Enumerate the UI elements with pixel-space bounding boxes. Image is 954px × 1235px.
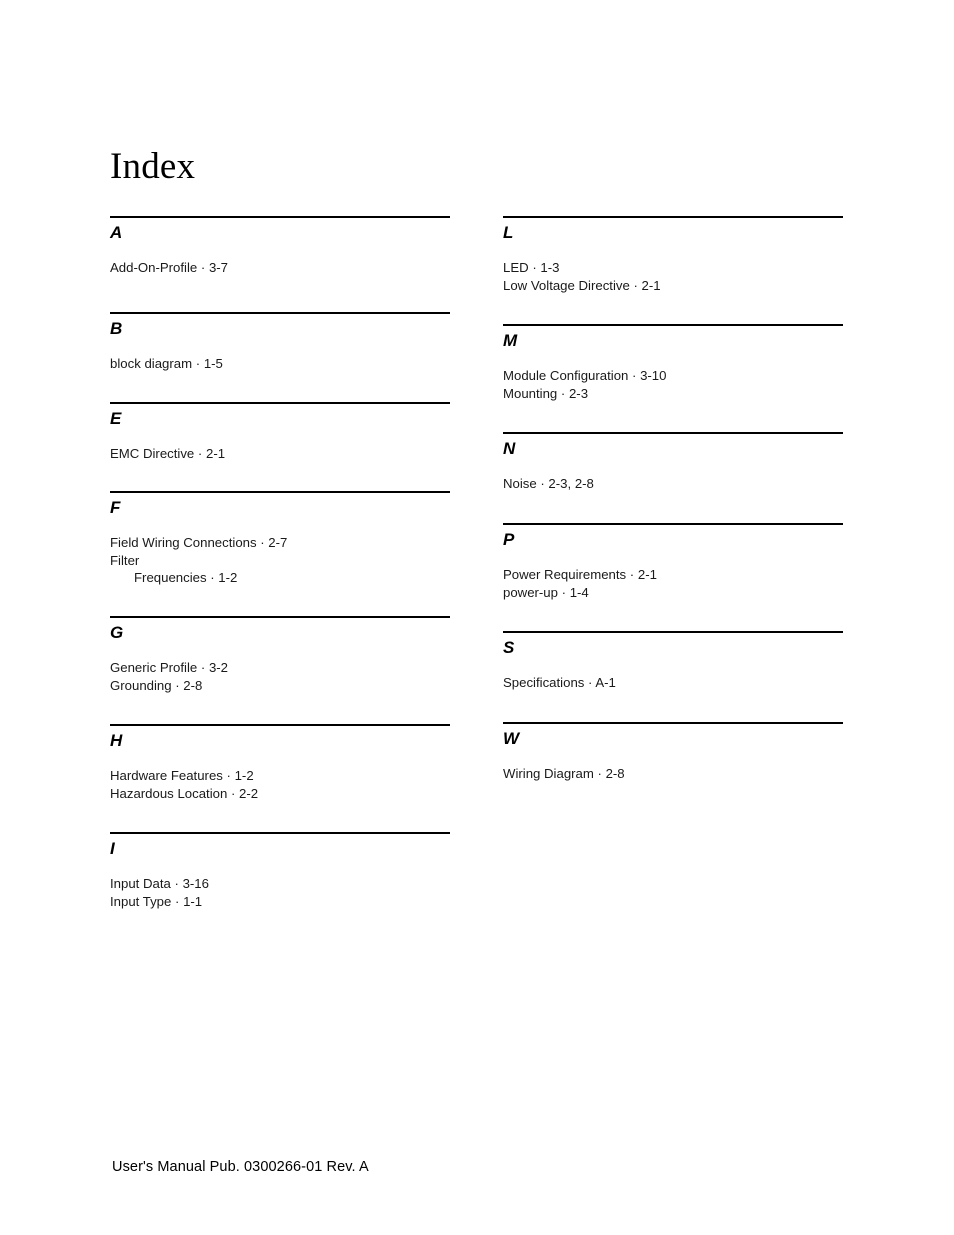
index-section-h: H Hardware Features · 1-2 Hazardous Locati… — [110, 724, 450, 802]
index-entry-list: LED · 1-3 Low Voltage Directive · 2-1 — [503, 259, 843, 294]
section-divider — [503, 432, 843, 434]
index-subentry[interactable]: Frequencies · 1-2 — [110, 569, 450, 587]
section-letter-heading: A — [110, 223, 123, 242]
index-section-n: N Noise · 2-3, 2-8 — [503, 432, 843, 493]
index-entry[interactable]: Input Type · 1-1 — [110, 893, 450, 911]
section-divider — [110, 402, 450, 404]
index-entry[interactable]: Noise · 2-3, 2-8 — [503, 475, 843, 493]
section-letter-heading: I — [110, 839, 116, 858]
section-letter-heading: G — [110, 623, 124, 642]
index-entry[interactable]: power-up · 1-4 — [503, 584, 843, 602]
index-entry[interactable]: Wiring Diagram · 2-8 — [503, 765, 843, 783]
index-entry[interactable]: LED · 1-3 — [503, 259, 843, 277]
index-entry-list: Specifications · A-1 — [503, 674, 843, 692]
section-letter-heading: W — [503, 729, 520, 748]
index-entry[interactable]: Hazardous Location · 2-2 — [110, 785, 450, 803]
index-section-m: M Module Configuration · 3-10 Mounting · 2… — [503, 324, 843, 402]
index-section-g: G Generic Profile · 3-2 Grounding · 2-8 — [110, 616, 450, 694]
section-divider — [110, 832, 450, 834]
section-divider — [503, 216, 843, 218]
index-entry[interactable]: Mounting · 2-3 — [503, 385, 843, 403]
index-entry[interactable]: Grounding · 2-8 — [110, 677, 450, 695]
index-entry-list: Module Configuration · 3-10 Mounting · 2-… — [503, 367, 843, 402]
section-divider — [110, 724, 450, 726]
index-section-f: F Field Wiring Connections · 2-7 Filter Fre… — [110, 491, 450, 587]
index-entry-list: Wiring Diagram · 2-8 — [503, 765, 843, 783]
index-entry-list: Generic Profile · 3-2 Grounding · 2-8 — [110, 659, 450, 694]
index-entry-list: Hardware Features · 1-2 Hazardous Locatio… — [110, 767, 450, 802]
index-entry-list: Field Wiring Connections · 2-7 Filter Freq… — [110, 534, 450, 587]
index-entry[interactable]: Generic Profile · 3-2 — [110, 659, 450, 677]
index-entry[interactable]: Input Data · 3-16 — [110, 875, 450, 893]
index-entry[interactable]: Add-On-Profile · 3-7 — [110, 259, 450, 277]
section-letter-heading: H — [110, 731, 123, 750]
index-page: Index A Add-On-Profile · 3-7 Bblock diagra… — [0, 0, 954, 1235]
index-entry-list: Power Requirements · 2-1 power-up · 1-4 — [503, 566, 843, 601]
index-entry-list: EMC Directive · 2-1 — [110, 445, 450, 463]
index-entry-list: Add-On-Profile · 3-7 — [110, 259, 450, 277]
index-section-i: I Input Data · 3-16 Input Type · 1-1 — [110, 832, 450, 910]
index-section-b: Bblock diagram · 1-5 — [110, 312, 450, 373]
section-divider — [503, 324, 843, 326]
index-entry[interactable]: EMC Directive · 2-1 — [110, 445, 450, 463]
section-letter-heading: L — [503, 223, 514, 242]
page-footer: User's Manual Pub. 0300266-01 Rev. A — [112, 1159, 369, 1175]
page-title: Index — [110, 146, 196, 187]
section-letter-heading: E — [110, 409, 122, 428]
section-letter-heading: B — [110, 319, 123, 338]
section-divider — [503, 722, 843, 724]
section-letter-heading: F — [110, 498, 121, 517]
index-section-p: P Power Requirements · 2-1 power-up · 1-4 — [503, 523, 843, 601]
section-divider — [503, 631, 843, 633]
index-entry[interactable]: Module Configuration · 3-10 — [503, 367, 843, 385]
section-letter-heading: M — [503, 331, 518, 350]
section-letter-heading: S — [503, 638, 515, 657]
index-entry[interactable]: Hardware Features · 1-2 — [110, 767, 450, 785]
index-section-a: A Add-On-Profile · 3-7 — [110, 216, 450, 277]
index-entry-list: block diagram · 1-5 — [110, 355, 450, 373]
section-letter-heading: N — [503, 439, 516, 458]
index-entry[interactable]: Specifications · A-1 — [503, 674, 843, 692]
index-entry[interactable]: block diagram · 1-5 — [110, 355, 450, 373]
index-section-w: W Wiring Diagram · 2-8 — [503, 722, 843, 783]
index-section-e: E EMC Directive · 2-1 — [110, 402, 450, 463]
section-letter-heading: P — [503, 530, 515, 549]
index-section-s: S Specifications · A-1 — [503, 631, 843, 692]
section-divider — [110, 616, 450, 618]
index-entry-list: Noise · 2-3, 2-8 — [503, 475, 843, 493]
index-entry[interactable]: Filter — [110, 552, 450, 570]
index-section-l: L LED · 1-3 Low Voltage Directive · 2-1 — [503, 216, 843, 294]
section-divider — [110, 491, 450, 493]
section-divider — [110, 312, 450, 314]
index-entry-list: Input Data · 3-16 Input Type · 1-1 — [110, 875, 450, 910]
section-divider — [503, 523, 843, 525]
index-entry[interactable]: Field Wiring Connections · 2-7 — [110, 534, 450, 552]
section-divider — [110, 216, 450, 218]
index-entry[interactable]: Power Requirements · 2-1 — [503, 566, 843, 584]
index-entry[interactable]: Low Voltage Directive · 2-1 — [503, 277, 843, 295]
